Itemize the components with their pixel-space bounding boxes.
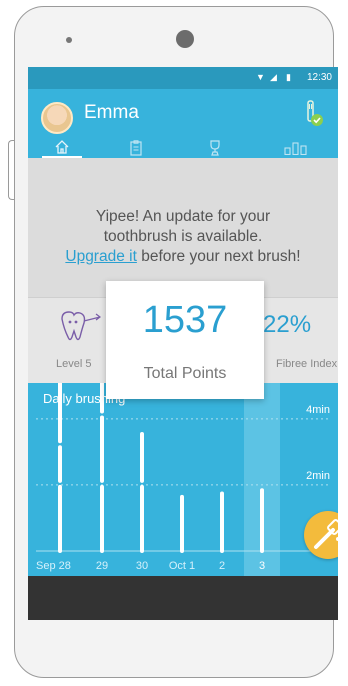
update-line-3: Upgrade it before your next brush!	[28, 246, 338, 267]
y-tick-label: 4min	[306, 404, 330, 416]
toothbrush-icon	[314, 519, 338, 549]
username: Emma	[84, 102, 139, 123]
tab-bar	[28, 137, 338, 158]
fibree-index-value: 22%	[263, 311, 312, 338]
update-line-1: Yipee! An update for your	[95, 208, 271, 225]
x-tick-label: 2	[219, 560, 225, 572]
x-tick-label: 3	[259, 560, 265, 572]
signal-icon: ◢	[270, 72, 277, 82]
total-points-card[interactable]: 1537 Total Points	[106, 281, 264, 399]
x-tick-label: Oct 1	[169, 560, 195, 572]
tab-clipboard[interactable]	[116, 137, 156, 158]
clipboard-icon	[130, 139, 142, 156]
wifi-icon: ▼	[256, 72, 265, 82]
front-camera	[176, 30, 194, 48]
daily-brushing-chart: Daily brushing 2min 4min Sep 28 29 30 Oct 123	[28, 383, 338, 576]
avatar[interactable]	[41, 102, 73, 134]
app-screen: ▼ ◢ ▮ 12:30 Emma Yipee! An update for yo…	[28, 67, 338, 620]
upgrade-link[interactable]: Upgrade it	[65, 248, 137, 265]
chart-svg: 2min 4min Sep 28 29 30 Oct 1 2 3	[36, 383, 330, 576]
home-icon	[55, 139, 69, 154]
sensor-dot	[66, 37, 72, 43]
toothbrush-connected-icon[interactable]	[302, 99, 324, 127]
bar-chart-icon	[284, 141, 307, 155]
y-tick-label: 2min	[306, 470, 330, 482]
trophy-icon	[210, 139, 220, 156]
total-points-value: 1537	[142, 299, 228, 341]
update-line-2: toothbrush is available.	[103, 228, 263, 245]
total-points-label: Total Points	[143, 365, 227, 382]
app-header: Emma	[28, 89, 338, 158]
x-tick-label: 29	[96, 560, 108, 572]
system-nav-bar	[28, 576, 338, 620]
level-label: Level 5	[56, 358, 92, 370]
tab-home[interactable]	[42, 137, 82, 158]
update-line-3-text: before your next brush!	[136, 248, 301, 265]
status-time: 12:30	[306, 72, 332, 83]
x-tick-label: Sep 28	[36, 560, 71, 572]
status-bar: ▼ ◢ ▮ 12:30	[28, 67, 338, 89]
update-notice: Yipee! An update for your toothbrush is …	[28, 158, 338, 297]
side-button	[8, 140, 14, 200]
battery-icon: ▮	[286, 72, 291, 82]
x-tick-label: 30	[136, 560, 148, 572]
fibree-index-label: Fibree Index	[276, 358, 338, 370]
tab-trophy[interactable]	[195, 137, 235, 158]
tab-statistics[interactable]	[276, 137, 316, 158]
tooth-character-icon	[61, 311, 101, 341]
